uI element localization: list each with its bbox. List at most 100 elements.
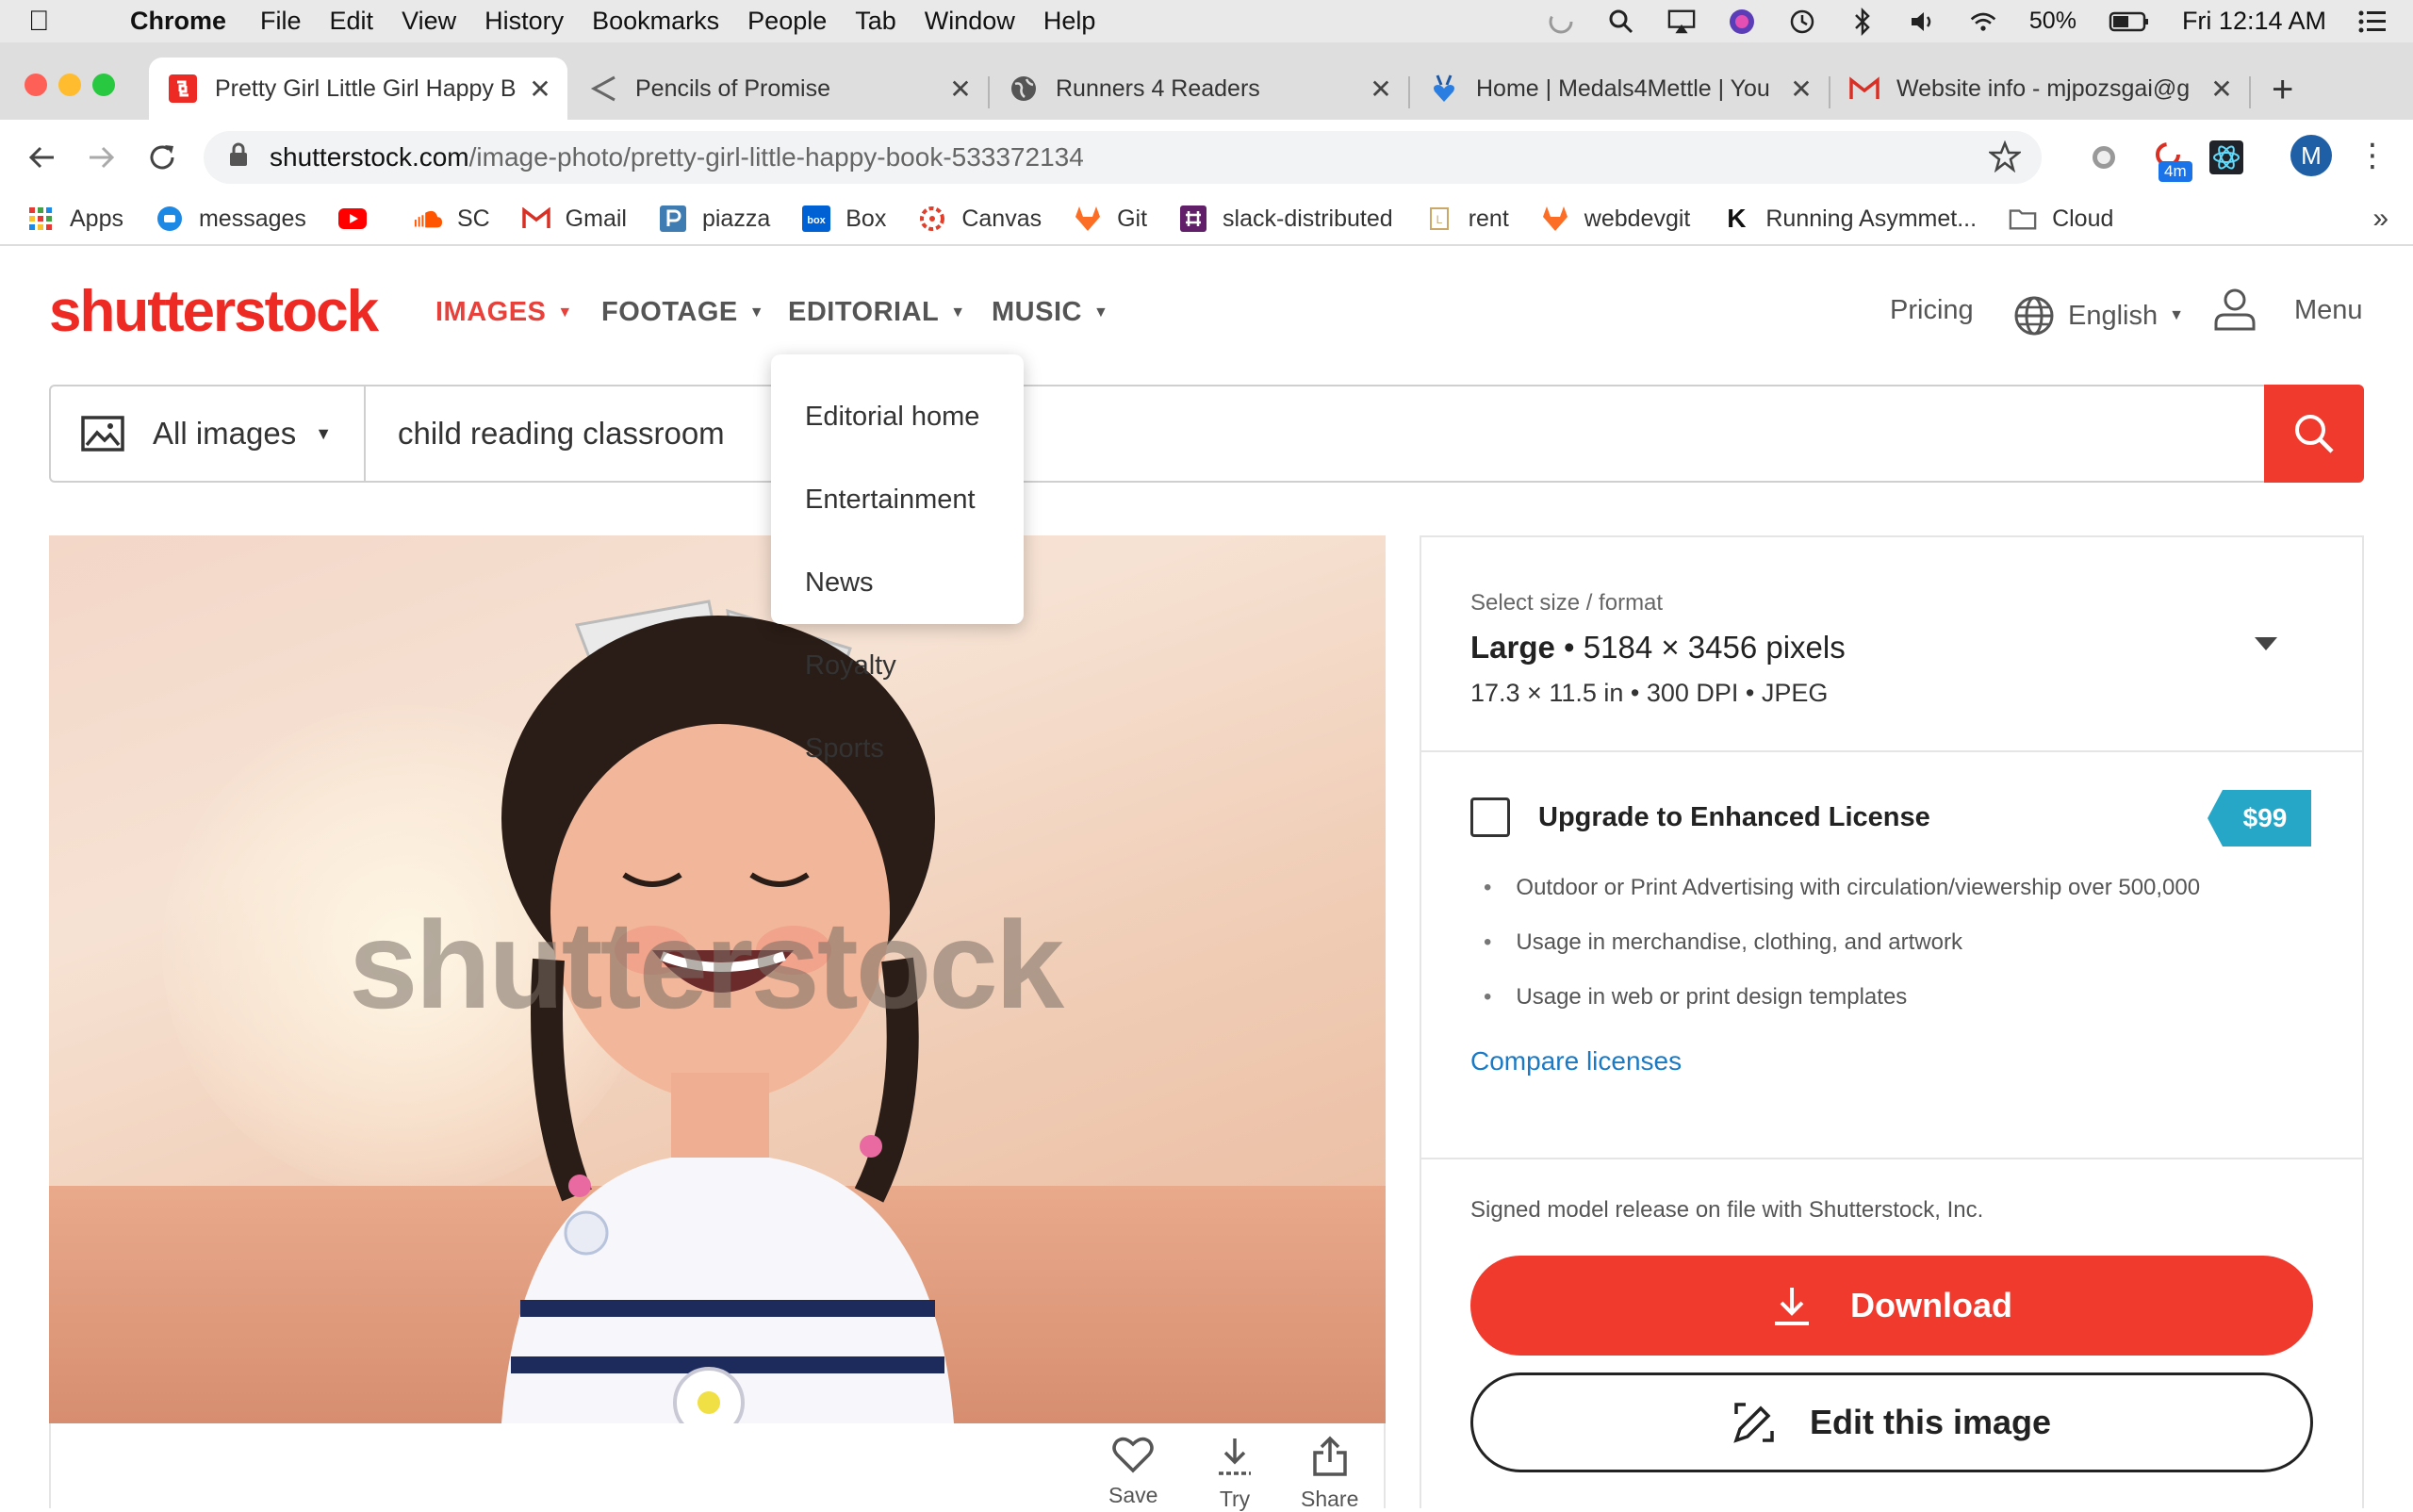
bookmark-cloud[interactable]: Cloud [2009, 205, 2113, 233]
new-tab-button[interactable]: + [2272, 69, 2293, 111]
save-button[interactable]: Save [1108, 1436, 1157, 1508]
tab-close-icon[interactable]: ✕ [946, 74, 975, 105]
apple-menu-icon[interactable]:  [28, 6, 77, 38]
bookmark-webdevgit[interactable]: webdevgit [1541, 205, 1690, 233]
window-minimize-button[interactable] [58, 74, 81, 96]
search-input[interactable] [398, 416, 2000, 452]
tab-close-icon[interactable]: ✕ [1787, 74, 1815, 105]
window-zoom-button[interactable] [92, 74, 115, 96]
tab-website-info[interactable]: Website info - mjpozsgai@g ✕ [1830, 58, 2249, 120]
tab-medals4mettle[interactable]: Home | Medals4Mettle | You ✕ [1410, 58, 1829, 120]
battery-icon[interactable] [2109, 8, 2150, 36]
menu-people[interactable]: People [747, 7, 827, 36]
reload-button[interactable] [143, 139, 181, 176]
bookmark-piazza[interactable]: piazza [659, 205, 770, 233]
pricing-link[interactable]: Pricing [1890, 295, 1974, 326]
nav-footage[interactable]: FOOTAGE ▼ [601, 297, 764, 328]
menu-edit[interactable]: Edit [330, 7, 374, 36]
siri-icon[interactable] [1728, 8, 1756, 36]
chevron-down-icon: ▼ [950, 304, 966, 320]
profile-avatar[interactable]: M [2290, 135, 2332, 176]
bookmark-youtube[interactable] [337, 205, 382, 233]
bookmark-slack-distributed[interactable]: slack-distributed [1179, 205, 1393, 233]
nav-images[interactable]: IMAGES ▼ [435, 297, 573, 328]
try-button[interactable]: Try [1216, 1436, 1254, 1512]
menu-history[interactable]: History [484, 7, 564, 36]
bookmark-canvas[interactable]: Canvas [918, 205, 1042, 233]
nav-editorial[interactable]: EDITORIAL ▼ [788, 297, 966, 328]
download-button[interactable]: Download [1470, 1256, 2313, 1356]
window-close-button[interactable] [25, 74, 47, 96]
back-button[interactable] [23, 139, 60, 176]
tab-title: Pencils of Promise [635, 74, 831, 102]
menu-help[interactable]: Help [1043, 7, 1096, 36]
menu-window[interactable]: Window [925, 7, 1015, 36]
airplay-icon[interactable] [1667, 8, 1696, 36]
bookmark-gmail[interactable]: Gmail [521, 205, 627, 233]
bookmark-git[interactable]: Git [1074, 205, 1147, 233]
bookmark-rent[interactable]: L rent [1425, 205, 1509, 233]
notification-center-icon[interactable] [2358, 8, 2387, 36]
chrome-menu-icon[interactable]: ⋮ [2356, 137, 2388, 174]
search-button[interactable] [2264, 385, 2364, 483]
enhanced-license-section: Upgrade to Enhanced License $99 Outdoor … [1421, 752, 2362, 1159]
chevron-down-icon: ▼ [1092, 304, 1109, 320]
tab-close-icon[interactable]: ✕ [2208, 74, 2236, 105]
language-selector[interactable]: English ▼ [2013, 295, 2184, 337]
language-label: English [2068, 300, 2159, 331]
address-bar[interactable]: shutterstock.com/image-photo/pretty-girl… [204, 131, 2042, 184]
edit-image-button[interactable]: Edit this image [1470, 1372, 2313, 1472]
dropdown-item-sports[interactable]: Sports [771, 707, 1024, 790]
dropdown-item-news[interactable]: News [771, 541, 1024, 624]
bookmark-messages[interactable]: messages [156, 205, 306, 233]
menu-view[interactable]: View [402, 7, 456, 36]
spotlight-search-icon[interactable] [1607, 8, 1635, 36]
bookmark-label: Canvas [961, 205, 1042, 232]
react-devtools-icon[interactable] [2208, 139, 2245, 176]
bookmark-star-icon[interactable] [1987, 140, 2023, 179]
bookmark-running-asymmet[interactable]: K Running Asymmet... [1722, 204, 1977, 233]
dropdown-item-entertainment[interactable]: Entertainment [771, 458, 1024, 541]
bookmark-box[interactable]: box Box [802, 205, 886, 233]
search-bar: All images ▼ [49, 385, 2364, 483]
chevron-down-icon: ▼ [748, 304, 765, 320]
tab-pencils-of-promise[interactable]: Pencils of Promise ✕ [569, 58, 988, 120]
nav-music[interactable]: MUSIC ▼ [992, 297, 1108, 328]
preview-photo[interactable]: shutterstock [49, 535, 1386, 1423]
rent-icon: L [1425, 205, 1453, 233]
menu-clock[interactable]: Fri 12:14 AM [2182, 7, 2326, 36]
heart-icon [1112, 1437, 1154, 1473]
upgrade-license-checkbox[interactable] [1470, 797, 1510, 837]
tab-shutterstock[interactable]: Pretty Girl Little Girl Happy B ✕ [149, 58, 567, 120]
account-icon[interactable] [2211, 286, 2258, 333]
dropdown-item-editorial-home[interactable]: Editorial home [771, 375, 1024, 458]
tab-title: Pretty Girl Little Girl Happy B [215, 74, 517, 102]
nav-label: IMAGES [435, 297, 547, 327]
dropdown-item-royalty[interactable]: Royalty [771, 624, 1024, 707]
tab-runners-4-readers[interactable]: Runners 4 Readers ✕ [990, 58, 1408, 120]
bookmark-sc[interactable]: SC [414, 205, 490, 233]
menu-file[interactable]: File [260, 7, 302, 36]
forward-button[interactable] [83, 139, 121, 176]
compare-licenses-link[interactable]: Compare licenses [1470, 1046, 1682, 1076]
shutterstock-logo[interactable]: shutterstock [49, 278, 379, 345]
menu-bookmarks[interactable]: Bookmarks [592, 7, 719, 36]
chevron-down-icon[interactable] [2255, 637, 2277, 657]
lock-icon[interactable] [228, 142, 256, 173]
bookmarks-overflow-icon[interactable]: » [2372, 203, 2388, 235]
menu-app-name[interactable]: Chrome [130, 7, 226, 36]
size-format-selector[interactable]: Select size / format Large • 5184 × 3456… [1421, 537, 2362, 752]
tab-close-icon[interactable]: ✕ [526, 74, 554, 105]
moon-spinner-icon[interactable] [1547, 8, 1575, 36]
extension-circle-icon[interactable] [2085, 139, 2123, 176]
search-type-dropdown[interactable]: All images ▼ [51, 386, 366, 481]
share-button[interactable]: Share [1301, 1436, 1358, 1512]
tab-close-icon[interactable]: ✕ [1367, 74, 1395, 105]
bluetooth-icon[interactable] [1848, 7, 1877, 36]
wifi-icon[interactable] [1969, 8, 1997, 36]
volume-icon[interactable] [1909, 8, 1937, 36]
menu-tab[interactable]: Tab [855, 7, 896, 36]
bookmark-apps[interactable]: Apps [26, 205, 123, 233]
time-machine-icon[interactable] [1788, 8, 1816, 36]
menu-link[interactable]: Menu [2294, 295, 2363, 326]
